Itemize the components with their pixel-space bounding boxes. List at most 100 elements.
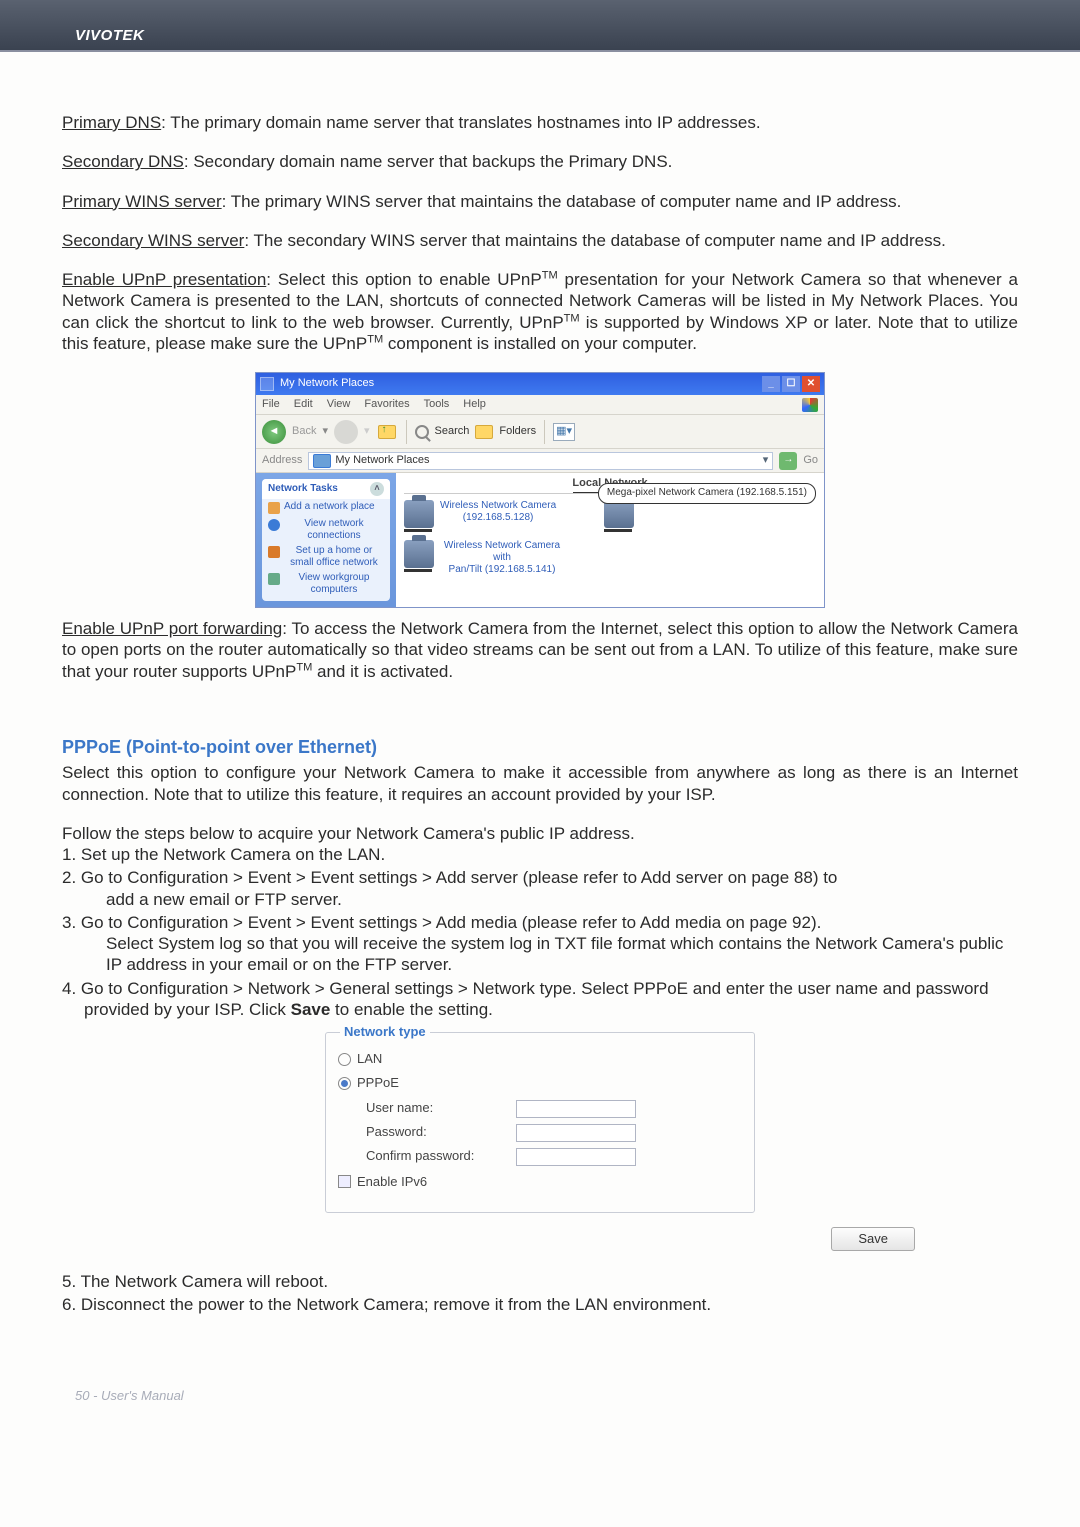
window-menubar: File Edit View Favorites Tools Help [256, 395, 824, 415]
step-3: 3. Go to Configuration > Event > Event s… [62, 912, 1018, 976]
task-setup-network[interactable]: Set up a home or small office network [262, 543, 390, 570]
menu-tools[interactable]: Tools [424, 398, 450, 412]
lan-option[interactable]: LAN [338, 1051, 742, 1067]
ipv6-label: Enable IPv6 [357, 1174, 427, 1190]
upnp-port-para: Enable UPnP port forwarding: To access t… [62, 618, 1018, 682]
menu-view[interactable]: View [327, 398, 351, 412]
upnp-port-label: Enable UPnP port forwarding [62, 619, 282, 638]
window-body: Network Tasks ˄ Add a network place View… [256, 473, 824, 607]
pppoe-heading: PPPoE (Point-to-point over Ethernet) [62, 736, 1018, 759]
step-6: 6. Disconnect the power to the Network C… [62, 1294, 1018, 1315]
radio-lan[interactable] [338, 1053, 351, 1066]
pppoe-label: PPPoE [357, 1075, 399, 1091]
address-label: Address [262, 454, 302, 468]
connections-icon [268, 519, 280, 531]
page-content: Primary DNS: The primary domain name ser… [0, 52, 1080, 1358]
enable-ipv6-row[interactable]: Enable IPv6 [338, 1174, 742, 1190]
address-bar: Address My Network Places ▾ → Go [256, 449, 824, 473]
menu-file[interactable]: File [262, 398, 280, 412]
confirm-password-input[interactable] [516, 1148, 636, 1166]
upnp-pres-text-a: : Select this option to enable UPnP [266, 270, 541, 289]
camera-icon [404, 540, 434, 568]
username-input[interactable] [516, 1100, 636, 1118]
radio-pppoe[interactable] [338, 1077, 351, 1090]
task-label: Add a network place [284, 501, 375, 513]
password-row: Password: [366, 1124, 742, 1142]
primary-dns-para: Primary DNS: The primary domain name ser… [62, 112, 1018, 133]
step-1: 1. Set up the Network Camera on the LAN. [62, 844, 1018, 865]
collapse-icon[interactable]: ˄ [370, 482, 384, 496]
upnp-port-text-b: and it is activated. [312, 662, 453, 681]
task-view-workgroup[interactable]: View workgroup computers [262, 570, 390, 597]
address-value: My Network Places [335, 454, 429, 468]
network-tasks-title: Network Tasks [268, 483, 338, 496]
step-2: 2. Go to Configuration > Event > Event s… [62, 867, 1018, 910]
lan-label: LAN [357, 1051, 382, 1067]
device-label: Wireless Network Camera with Pan/Tilt (1… [440, 540, 564, 576]
chevron-down-icon[interactable]: ▾ [763, 454, 769, 468]
window-title: My Network Places [280, 377, 374, 391]
network-tasks-pane: Network Tasks ˄ Add a network place View… [256, 473, 396, 607]
window-titlebar[interactable]: My Network Places _ ☐ ✕ [256, 373, 824, 395]
device-wireless-camera-pantilt[interactable]: Wireless Network Camera with Pan/Tilt (1… [404, 540, 564, 576]
close-button[interactable]: ✕ [802, 376, 820, 392]
network-places-icon [313, 454, 331, 468]
up-button[interactable] [376, 421, 398, 443]
primary-wins-text: : The primary WINS server that maintains… [222, 192, 902, 211]
secondary-dns-para: Secondary DNS: Secondary domain name ser… [62, 151, 1018, 172]
pppoe-intro: Select this option to configure your Net… [62, 762, 1018, 805]
views-button[interactable]: ▦▾ [553, 423, 575, 441]
confirm-password-row: Confirm password: [366, 1148, 742, 1166]
page-footer: 50 - User's Manual [0, 1358, 1080, 1453]
primary-wins-label: Primary WINS server [62, 192, 222, 211]
step-4: 4. Go to Configuration > Network > Gener… [62, 978, 1018, 1021]
primary-dns-label: Primary DNS [62, 113, 161, 132]
device-megapixel-camera[interactable] [604, 500, 764, 532]
network-tasks-card: Network Tasks ˄ Add a network place View… [262, 479, 390, 601]
pppoe-steps-list: 1. Set up the Network Camera on the LAN.… [62, 844, 1018, 1020]
address-field[interactable]: My Network Places ▾ [308, 452, 773, 470]
device-wireless-camera-1[interactable]: Wireless Network Camera (192.168.5.128) [404, 500, 564, 532]
task-label: View network connections [284, 518, 384, 541]
username-row: User name: [366, 1100, 742, 1118]
camera-base-icon [404, 569, 432, 572]
task-view-connections[interactable]: View network connections [262, 516, 390, 543]
window: My Network Places _ ☐ ✕ File Edit View F… [255, 372, 825, 608]
brand-logo: VIVOTEK [75, 27, 144, 44]
tm-sup: TM [564, 312, 580, 324]
callout-bubble: Mega-pixel Network Camera (192.168.5.151… [598, 483, 816, 504]
main-pane: Local Network Wireless Network Camera (1… [396, 473, 824, 607]
ipv6-checkbox[interactable] [338, 1175, 351, 1188]
password-input[interactable] [516, 1124, 636, 1142]
go-button[interactable]: → [779, 452, 797, 470]
device-label: Wireless Network Camera (192.168.5.128) [440, 500, 556, 524]
upnp-pres-label: Enable UPnP presentation [62, 270, 266, 289]
upnp-presentation-para: Enable UPnP presentation: Select this op… [62, 269, 1018, 354]
back-label: Back [292, 425, 316, 439]
tm-sup: TM [367, 333, 383, 345]
maximize-button[interactable]: ☐ [782, 376, 800, 392]
search-button[interactable]: Search [435, 425, 470, 439]
tm-sup: TM [542, 269, 558, 281]
menu-help[interactable]: Help [463, 398, 486, 412]
camera-base-icon [604, 529, 632, 532]
network-tasks-header[interactable]: Network Tasks ˄ [262, 479, 390, 499]
forward-button [334, 420, 358, 444]
save-button[interactable]: Save [831, 1227, 915, 1251]
primary-wins-para: Primary WINS server: The primary WINS se… [62, 191, 1018, 212]
camera-icon [604, 500, 634, 528]
secondary-wins-label: Secondary WINS server [62, 231, 244, 250]
tm-sup: TM [296, 661, 312, 673]
back-button[interactable]: ◄ [262, 420, 286, 444]
pppoe-option[interactable]: PPPoE [338, 1075, 742, 1091]
minimize-button[interactable]: _ [762, 376, 780, 392]
task-add-network-place[interactable]: Add a network place [262, 499, 390, 516]
confirm-password-label: Confirm password: [366, 1148, 516, 1164]
network-type-fieldset: Network type LAN PPPoE User name: Passwo… [325, 1032, 755, 1213]
menu-edit[interactable]: Edit [294, 398, 313, 412]
menu-favorites[interactable]: Favorites [364, 398, 409, 412]
task-label: Set up a home or small office network [284, 545, 384, 568]
workgroup-icon [268, 573, 280, 585]
secondary-dns-text: : Secondary domain name server that back… [184, 152, 673, 171]
folders-button[interactable]: Folders [499, 425, 536, 439]
